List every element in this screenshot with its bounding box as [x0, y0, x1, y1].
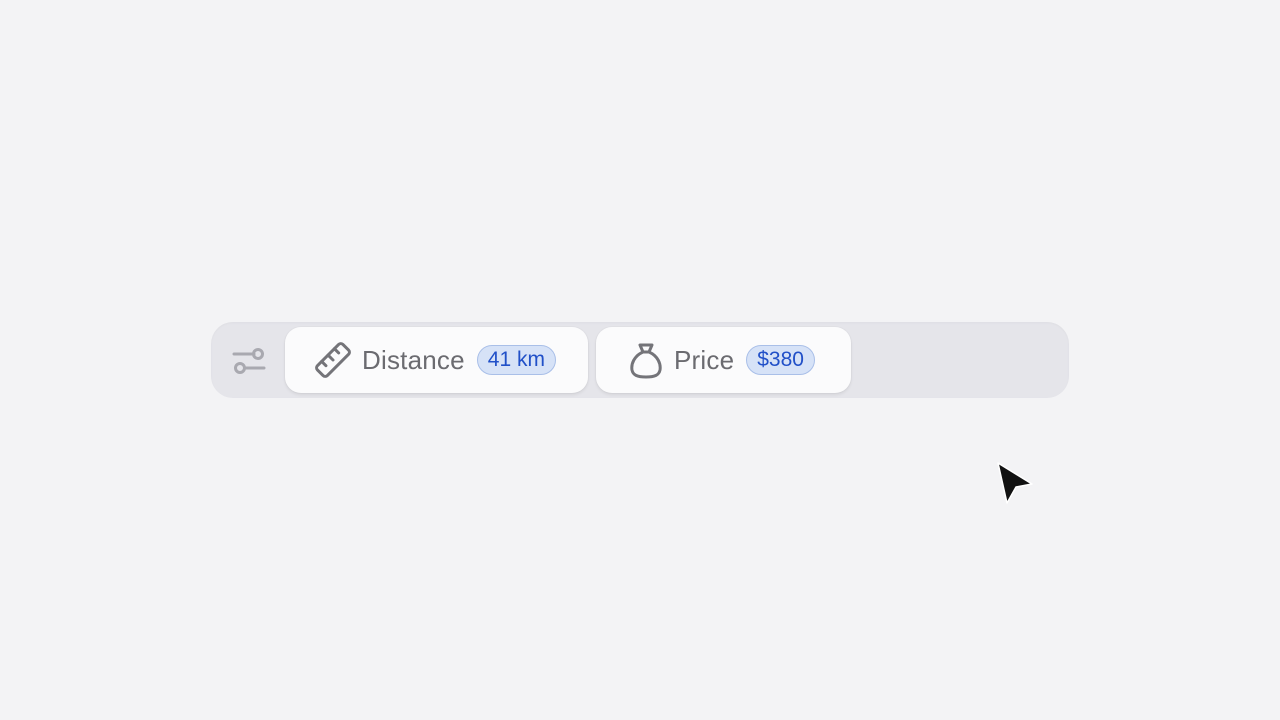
filter-chip-distance[interactable]: Distance 41 km — [285, 327, 588, 393]
ruler-icon — [313, 340, 353, 380]
chip-label: Price — [674, 344, 735, 375]
chip-value-badge: 41 km — [476, 345, 556, 375]
chip-value-badge: $380 — [746, 345, 815, 375]
mouse-pointer-icon — [995, 460, 1035, 506]
sliders-icon — [232, 348, 266, 374]
filter-toggle-button[interactable] — [232, 346, 266, 376]
chip-label: Distance — [362, 344, 465, 375]
filter-bar: Distance 41 km Price $380 — [211, 322, 1069, 398]
filter-chip-price[interactable]: Price $380 — [596, 327, 851, 393]
money-bag-icon — [626, 340, 666, 380]
